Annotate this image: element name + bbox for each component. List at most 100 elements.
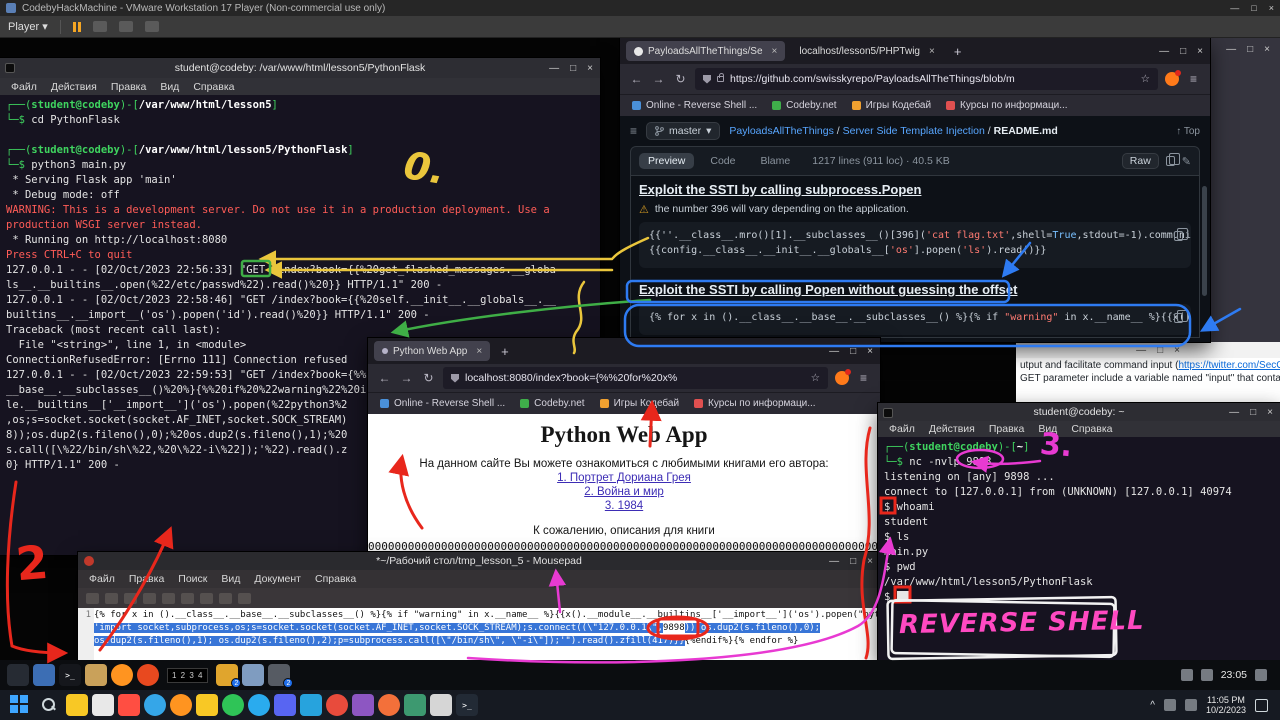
back-icon[interactable]: ← [629, 72, 644, 86]
branch-selector[interactable]: master ▾ [646, 122, 720, 140]
tab-python-web-app[interactable]: Python Web App × [374, 341, 490, 361]
save-icon[interactable] [124, 593, 137, 604]
raw-button[interactable]: Raw [1122, 153, 1159, 169]
app-icon-red2[interactable] [326, 694, 348, 716]
open-icon[interactable] [105, 593, 118, 604]
reload-icon[interactable]: ↻ [421, 371, 436, 385]
maximize-icon[interactable]: □ [850, 556, 856, 567]
reload-icon[interactable]: ↻ [673, 72, 688, 86]
minimize-icon[interactable]: — [1136, 345, 1146, 356]
maximize-icon[interactable]: □ [570, 63, 576, 74]
minimize-icon[interactable]: — [1229, 407, 1239, 418]
pause-vm-button[interactable] [73, 22, 81, 32]
bookmark-item[interactable]: Online - Reverse Shell ... [380, 398, 505, 409]
menu-item[interactable]: Документ [247, 573, 308, 585]
maximize-icon[interactable]: □ [1250, 407, 1256, 418]
close-icon[interactable]: × [867, 346, 873, 357]
menu-item[interactable]: Действия [44, 81, 104, 93]
book-link-2[interactable]: 2. Война и мир [368, 486, 880, 498]
menu-item[interactable]: Справка [186, 81, 241, 93]
app-icon-folder2[interactable] [196, 694, 218, 716]
close-icon[interactable]: × [867, 556, 873, 567]
bookmark-item[interactable]: Игры Кодебай [600, 398, 679, 409]
cut-icon[interactable] [181, 593, 194, 604]
code-text[interactable]: {% for x in ().__class__.__base__.__subc… [649, 312, 1181, 327]
menu-item[interactable]: Файл [882, 423, 922, 435]
minimize-icon[interactable]: — [1159, 46, 1169, 57]
firefox-icon[interactable] [111, 664, 133, 686]
forward-icon[interactable]: → [651, 72, 666, 86]
url-text[interactable]: localhost:8080/index?book={%%20for%20x% [465, 372, 805, 384]
book-link-3[interactable]: 3. 1984 [368, 500, 880, 512]
volume-icon[interactable] [1201, 669, 1213, 681]
menu-item[interactable]: Правка [122, 573, 171, 585]
player-menu[interactable]: Player ▾ [8, 20, 48, 33]
menu-item[interactable]: Вид [1031, 423, 1064, 435]
maximize-icon[interactable]: □ [1251, 3, 1256, 13]
book-link-1[interactable]: 1. Портрет Дориана Грея [368, 472, 880, 484]
maximize-icon[interactable]: □ [1247, 44, 1253, 55]
toolbar-icon[interactable] [93, 21, 107, 32]
tab-payloadsallthethings[interactable]: PayloadsAllTheThings/Se × [626, 41, 785, 61]
forward-icon[interactable]: → [399, 371, 414, 385]
app-icon-folder[interactable] [66, 694, 88, 716]
flame-icon[interactable] [137, 664, 159, 686]
menu-item[interactable]: Справка [308, 573, 363, 585]
menu-item[interactable]: Правка [982, 423, 1031, 435]
start-button[interactable] [10, 695, 30, 715]
files-icon[interactable] [85, 664, 107, 686]
app-icon-edge[interactable] [144, 694, 166, 716]
tray-expand-icon[interactable]: ^ [1150, 700, 1155, 711]
code-text[interactable]: {{''.__class__.mro()[1].__subclasses__()… [649, 230, 1181, 260]
app-icon-firefox[interactable] [170, 694, 192, 716]
close-icon[interactable]: × [1267, 407, 1273, 418]
minimize-icon[interactable]: — [829, 346, 839, 357]
close-icon[interactable]: × [1174, 345, 1180, 356]
app-icon-purple[interactable] [274, 694, 296, 716]
app-icon-light[interactable] [92, 694, 114, 716]
extension-flame-icon[interactable] [1165, 72, 1179, 86]
undo-icon[interactable] [143, 593, 156, 604]
url-text[interactable]: https://github.com/swisskyrepo/PayloadsA… [730, 73, 1135, 85]
terminal1-titlebar[interactable]: student@codeby: /var/www/html/lesson5/Py… [0, 58, 600, 78]
close-tab-icon[interactable]: × [929, 46, 935, 57]
tab-preview[interactable]: Preview [639, 153, 694, 169]
readme-heading-subprocess[interactable]: Exploit the SSTI by calling subprocess.P… [639, 182, 1191, 198]
minimize-icon[interactable]: — [829, 556, 839, 567]
app-icon-vscode[interactable] [300, 694, 322, 716]
notification-icon[interactable] [1255, 699, 1268, 712]
minimize-icon[interactable]: — [1230, 3, 1239, 13]
app-icon-teal[interactable] [404, 694, 426, 716]
breadcrumb-folder[interactable]: Server Side Template Injection [843, 125, 985, 137]
file-tree-icon[interactable]: ≡ [630, 124, 637, 138]
menu-item[interactable]: Правка [104, 81, 153, 93]
tab-blame[interactable]: Blame [751, 153, 799, 169]
bell-icon[interactable] [1255, 669, 1267, 681]
bookmark-item[interactable]: Курсы по информаци... [946, 100, 1068, 111]
menu-item[interactable]: Поиск [171, 573, 214, 585]
volume-icon[interactable] [1185, 699, 1197, 711]
screenshot-tool-icon[interactable]: 2 [268, 664, 290, 686]
close-tab-icon[interactable]: × [476, 346, 482, 357]
app-icon-terminal[interactable]: >_ [456, 694, 478, 716]
close-icon[interactable]: × [587, 63, 593, 74]
bookmark-item[interactable]: Codeby.net [772, 100, 836, 111]
paste-icon[interactable] [219, 593, 232, 604]
tab-code[interactable]: Code [701, 153, 744, 169]
menu-item[interactable]: Действия [922, 423, 982, 435]
tab-localhost-phptwig[interactable]: localhost/lesson5/PHPTwig × [791, 41, 942, 61]
copy-icon[interactable] [1166, 156, 1175, 166]
bookmark-item[interactable]: Codeby.net [520, 398, 584, 409]
redo-icon[interactable] [162, 593, 175, 604]
fullscreen-icon[interactable] [145, 21, 159, 32]
copy-icon[interactable] [200, 593, 213, 604]
app-icon-violet[interactable] [352, 694, 374, 716]
workspace-switcher[interactable]: 1 2 3 4 [167, 668, 208, 683]
menu-item[interactable]: Справка [1064, 423, 1119, 435]
edit-icon[interactable]: ✎ [1182, 155, 1191, 168]
vm-clock[interactable]: 23:05 [1221, 669, 1247, 681]
extension-flame-icon[interactable] [835, 371, 849, 385]
terminal2-titlebar[interactable]: student@codeby: ~ — □ × [878, 403, 1280, 421]
back-to-top-link[interactable]: ↑ Top [1176, 126, 1200, 137]
app-icon-orange[interactable] [378, 694, 400, 716]
